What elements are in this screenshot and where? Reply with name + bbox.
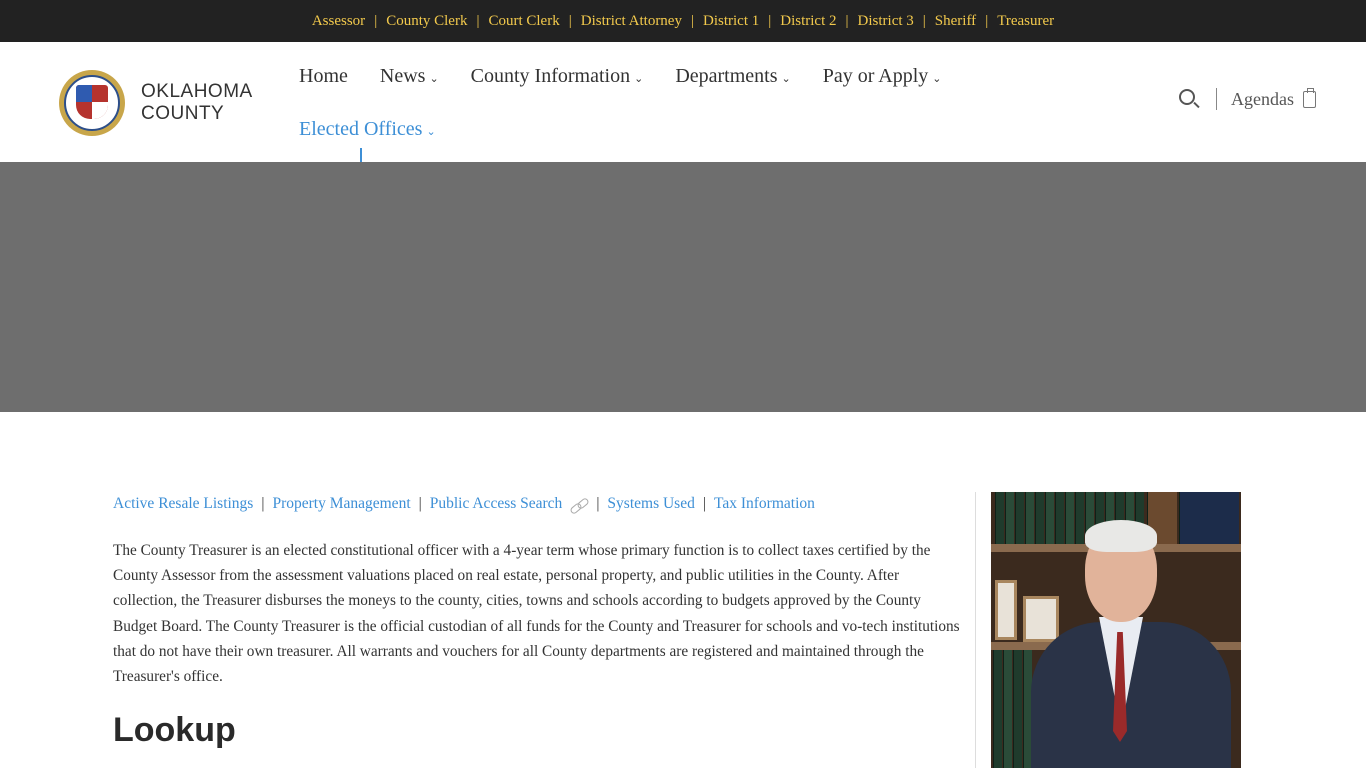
main-content: Active Resale Listings | Property Manage… — [113, 492, 968, 750]
topbar-separator: | — [690, 12, 694, 29]
sublink-separator: | — [702, 495, 706, 512]
topbar-separator: | — [568, 12, 572, 29]
sublink-separator: | — [596, 495, 600, 512]
topbar-link-district-3[interactable]: District 3 — [858, 13, 914, 30]
nav-item-label: Home — [299, 64, 348, 87]
topbar-link-district-attorney[interactable]: District Attorney — [581, 13, 682, 30]
topbar-separator: | — [985, 12, 989, 29]
topbar-separator: | — [476, 12, 480, 29]
nav-item-elected-offices[interactable]: Elected Offices ⌄ — [299, 118, 436, 141]
site-logo[interactable]: OKLAHOMA COUNTY — [59, 70, 253, 136]
topbar-separator: | — [768, 12, 772, 29]
treasurer-description: The County Treasurer is an elected const… — [113, 542, 960, 686]
sublink-property-management[interactable]: Property Management — [272, 495, 410, 513]
elected-office-links: Assessor | County Clerk | Court Clerk | … — [312, 13, 1054, 30]
topbar-link-district-1[interactable]: District 1 — [703, 13, 759, 30]
nav-item-news[interactable]: News ⌄ — [380, 65, 439, 88]
nav-item-label: Pay or Apply — [822, 64, 929, 87]
top-utility-bar: Assessor | County Clerk | Court Clerk | … — [0, 0, 1366, 42]
search-icon[interactable] — [1178, 88, 1200, 110]
logo-line-1: OKLAHOMA — [141, 81, 253, 102]
chevron-down-icon: ⌄ — [932, 72, 942, 85]
topbar-link-assessor[interactable]: Assessor — [312, 13, 365, 30]
chevron-down-icon: ⌄ — [634, 72, 644, 85]
chevron-down-icon: ⌄ — [426, 125, 436, 138]
nav-item-departments[interactable]: Departments ⌄ — [675, 65, 790, 88]
logo-line-2: COUNTY — [141, 103, 225, 124]
topbar-link-court-clerk[interactable]: Court Clerk — [488, 13, 559, 30]
nav-item-pay-or-apply[interactable]: Pay or Apply ⌄ — [823, 65, 942, 88]
chevron-down-icon: ⌄ — [429, 72, 439, 85]
sublink-public-access-search[interactable]: Public Access Search — [430, 495, 563, 513]
topbar-separator: | — [845, 12, 849, 29]
chevron-down-icon: ⌄ — [781, 72, 791, 85]
county-seal-icon — [59, 70, 125, 136]
treasurer-sublinks: Active Resale Listings | Property Manage… — [113, 492, 968, 516]
hero-banner — [0, 162, 1366, 412]
topbar-separator: | — [374, 12, 378, 29]
nav-item-home[interactable]: Home — [299, 65, 348, 88]
treasurer-portrait — [991, 492, 1241, 768]
logo-wordmark: OKLAHOMA COUNTY — [141, 81, 253, 125]
nav-item-label: Departments — [675, 64, 778, 87]
clipboard-icon[interactable] — [1303, 87, 1316, 108]
sublink-tax-information[interactable]: Tax Information — [714, 495, 815, 513]
topbar-link-sheriff[interactable]: Sheriff — [935, 13, 976, 30]
nav-item-label: News — [379, 64, 426, 87]
sublink-systems-used[interactable]: Systems Used — [607, 495, 694, 513]
sublink-separator: | — [418, 495, 422, 512]
section-heading-lookup: Lookup — [113, 711, 236, 750]
topbar-link-treasurer[interactable]: Treasurer — [997, 13, 1054, 30]
nav-item-label: Elected Offices — [299, 117, 423, 140]
topbar-separator: | — [922, 12, 926, 29]
external-link-icon — [570, 500, 588, 512]
topbar-link-district-2[interactable]: District 2 — [780, 13, 836, 30]
topbar-link-county-clerk[interactable]: County Clerk — [386, 13, 467, 30]
nav-item-county-information[interactable]: County Information ⌄ — [471, 65, 644, 88]
header-divider — [1216, 88, 1218, 110]
sublink-active-resale-listings[interactable]: Active Resale Listings — [113, 495, 253, 513]
header-actions: Agendas — [1178, 87, 1316, 110]
sublink-separator: | — [261, 495, 265, 512]
site-header: OKLAHOMA COUNTY Home News ⌄ County Infor… — [0, 42, 1366, 166]
agendas-link[interactable]: Agendas — [1231, 89, 1294, 110]
nav-item-label: County Information — [470, 64, 631, 87]
sidebar-divider — [975, 492, 976, 768]
